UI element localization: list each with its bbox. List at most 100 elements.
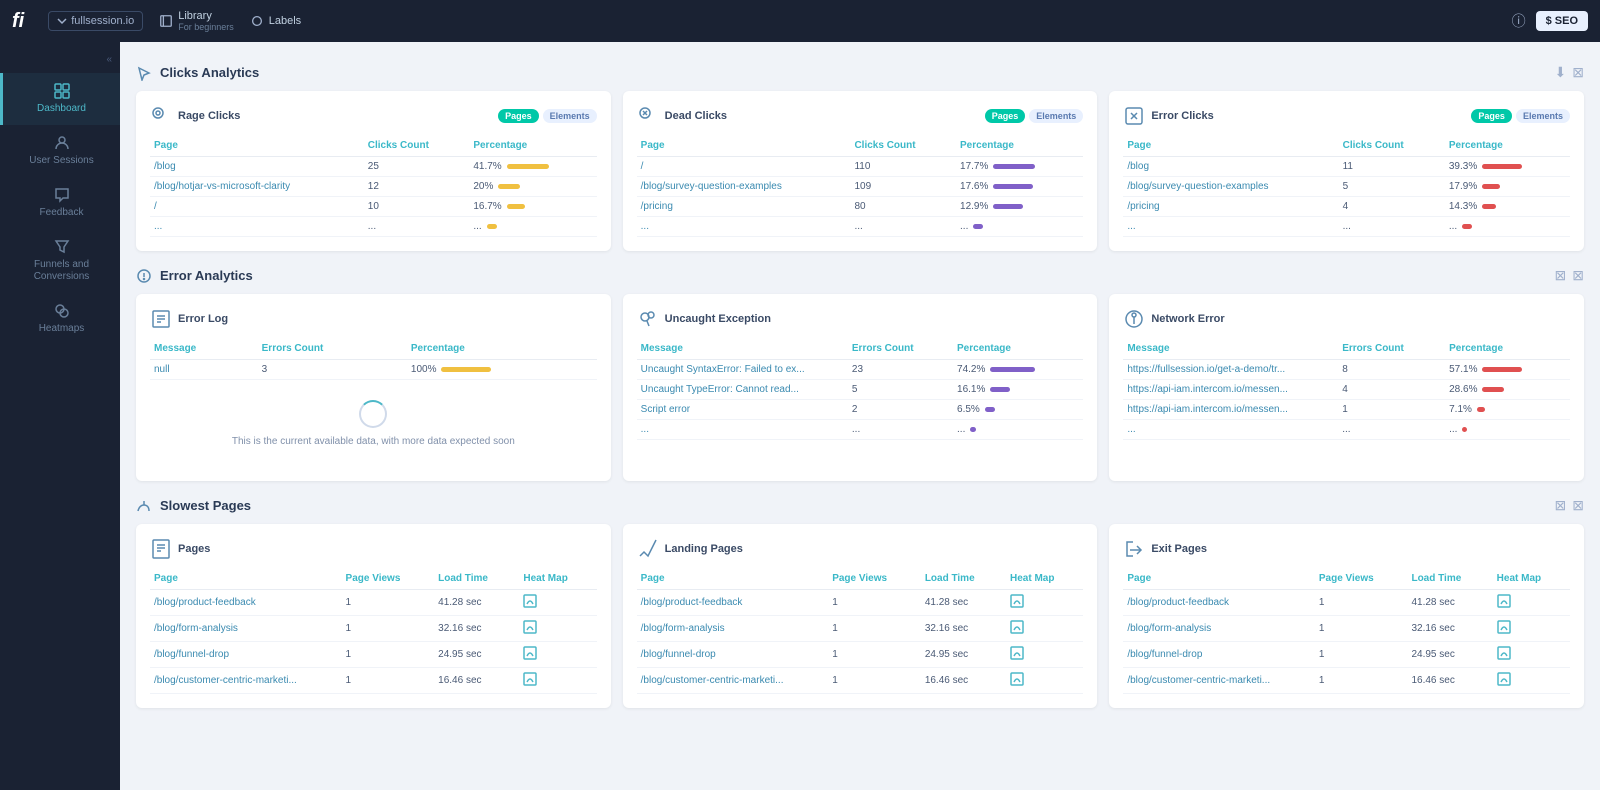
ep-col-heatmap: Heat Map [1493, 570, 1570, 590]
progress-bar [973, 224, 983, 229]
uncaught-exception-card: Uncaught Exception Message Errors Count … [623, 294, 1098, 481]
heatmap-button[interactable] [1497, 622, 1511, 637]
error-log-icon [150, 308, 172, 330]
table-row: /blog/form-analysis 1 32.16 sec [1123, 616, 1570, 642]
lp-col-time: Load Time [921, 570, 1006, 590]
clicks-cards-grid: Rage Clicks Pages Elements Page Clicks C… [136, 91, 1584, 251]
rage-tag-elements[interactable]: Elements [543, 109, 597, 123]
elog-col-count: Errors Count [258, 340, 407, 360]
labels-nav[interactable]: Labels [250, 14, 301, 28]
slowest-section-icon [136, 498, 152, 514]
table-row: /blog/customer-centric-marketi... 1 16.4… [637, 668, 1084, 694]
rage-clicks-card: Rage Clicks Pages Elements Page Clicks C… [136, 91, 611, 251]
errors-close-button[interactable]: ⊠ [1572, 267, 1584, 284]
workspace-button[interactable]: fullsession.io [48, 11, 143, 31]
network-error-table: Message Errors Count Percentage https://… [1123, 340, 1570, 440]
heatmap-button[interactable] [1010, 596, 1024, 611]
slowest-section-title: Slowest Pages [136, 498, 251, 514]
error-clicks-card: Error Clicks Pages Elements Page Clicks … [1109, 91, 1584, 251]
heatmap-button[interactable] [1497, 674, 1511, 689]
progress-bar [993, 164, 1035, 169]
errors-cards-grid: Error Log Message Errors Count Percentag… [136, 294, 1584, 481]
funnels-icon [54, 239, 70, 255]
errors-settings-button[interactable]: ⊠ [1555, 267, 1567, 284]
dead-clicks-table: Page Clicks Count Percentage / 110 17.7%… [637, 137, 1084, 237]
rage-tag-pages[interactable]: Pages [498, 109, 539, 123]
slowest-pages-title: Pages [178, 543, 210, 555]
error-clicks-table: Page Clicks Count Percentage /blog 11 39… [1123, 137, 1570, 237]
lp-col-views: Page Views [828, 570, 921, 590]
error-tag-pages[interactable]: Pages [1471, 109, 1512, 123]
sidebar-item-dashboard[interactable]: Dashboard [0, 73, 120, 125]
landing-pages-card: Landing Pages Page Page Views Load Time … [623, 524, 1098, 708]
info-button[interactable]: ⓘ [1512, 11, 1526, 31]
workspace-label: fullsession.io [71, 15, 134, 27]
lp-col-heatmap: Heat Map [1006, 570, 1083, 590]
sidebar-item-label-funnels: Funnels and Conversions [11, 259, 112, 283]
heatmap-button[interactable] [1497, 596, 1511, 611]
library-nav[interactable]: Library For beginners [159, 10, 234, 32]
sidebar-item-feedback[interactable]: Feedback [0, 177, 120, 229]
rage-clicks-header: Rage Clicks Pages Elements [150, 105, 597, 127]
network-error-header: Network Error [1123, 308, 1570, 330]
table-row: Script error 2 6.5% [637, 400, 1084, 420]
heatmap-button[interactable] [523, 674, 537, 689]
rage-clicks-table: Page Clicks Count Percentage /blog 25 41… [150, 137, 597, 237]
slowest-settings-button[interactable]: ⊠ [1555, 497, 1567, 514]
heatmap-button[interactable] [523, 622, 537, 637]
slowest-close-button[interactable]: ⊠ [1572, 497, 1584, 514]
ne-col-pct: Percentage [1445, 340, 1570, 360]
dead-tag-elements[interactable]: Elements [1029, 109, 1083, 123]
exit-pages-icon [1123, 538, 1145, 560]
heatmap-button[interactable] [523, 648, 537, 663]
slowest-title-text: Slowest Pages [160, 498, 251, 513]
table-row: /blog/funnel-drop 1 24.95 sec [637, 642, 1084, 668]
table-row: ... ... ... [1123, 420, 1570, 440]
table-row: /blog 25 41.7% [150, 157, 597, 177]
heatmap-button[interactable] [523, 596, 537, 611]
error-clicks-header: Error Clicks Pages Elements [1123, 105, 1570, 127]
sp-col-heatmap: Heat Map [519, 570, 596, 590]
table-row: /pricing 4 14.3% [1123, 197, 1570, 217]
dashboard-icon [54, 83, 70, 99]
network-error-title: Network Error [1151, 313, 1224, 325]
landing-pages-table: Page Page Views Load Time Heat Map /blog… [637, 570, 1084, 694]
clicks-settings-button[interactable]: ⊠ [1572, 64, 1584, 81]
heatmap-button[interactable] [1497, 648, 1511, 663]
heatmap-button[interactable] [1010, 648, 1024, 663]
table-row: /blog/survey-question-examples 109 17.6% [637, 177, 1084, 197]
heatmap-button[interactable] [1010, 622, 1024, 637]
network-error-icon [1123, 308, 1145, 330]
table-row: Uncaught SyntaxError: Failed to ex... 23… [637, 360, 1084, 380]
ue-col-count: Errors Count [848, 340, 953, 360]
error-tag-elements[interactable]: Elements [1516, 109, 1570, 123]
error-log-header: Error Log [150, 308, 597, 330]
clicks-download-button[interactable]: ⬇ [1555, 64, 1567, 81]
user-sessions-icon [54, 135, 70, 151]
dead-tag-pages[interactable]: Pages [985, 109, 1026, 123]
sidebar-item-heatmaps[interactable]: Heatmaps [0, 293, 120, 345]
table-row: ... ... ... [637, 420, 1084, 440]
elog-col-pct: Percentage [407, 340, 597, 360]
progress-bar [1482, 204, 1496, 209]
table-row: https://api-iam.intercom.io/messen... 4 … [1123, 380, 1570, 400]
ep-col-time: Load Time [1407, 570, 1492, 590]
pages-icon [150, 538, 172, 560]
sidebar-item-funnels[interactable]: Funnels and Conversions [0, 229, 120, 293]
table-row: ... ... ... [150, 217, 597, 237]
heatmap-button[interactable] [1010, 674, 1024, 689]
progress-bar [1482, 367, 1522, 372]
ue-col-pct: Percentage [953, 340, 1083, 360]
labels-label: Labels [269, 15, 301, 27]
sidebar-item-user-sessions[interactable]: User Sessions [0, 125, 120, 177]
table-row: /blog/product-feedback 1 41.28 sec [150, 590, 597, 616]
rage-col-page: Page [150, 137, 364, 157]
table-row: /blog/product-feedback 1 41.28 sec [1123, 590, 1570, 616]
sidebar-collapse-button[interactable]: « [98, 50, 120, 69]
seo-button[interactable]: $ SEO [1536, 11, 1588, 31]
error-clicks-icon [1123, 105, 1145, 127]
progress-bar [1482, 164, 1522, 169]
empty-state-text: This is the current available data, with… [232, 436, 515, 447]
table-row: ... ... ... [1123, 217, 1570, 237]
ne-col-msg: Message [1123, 340, 1338, 360]
